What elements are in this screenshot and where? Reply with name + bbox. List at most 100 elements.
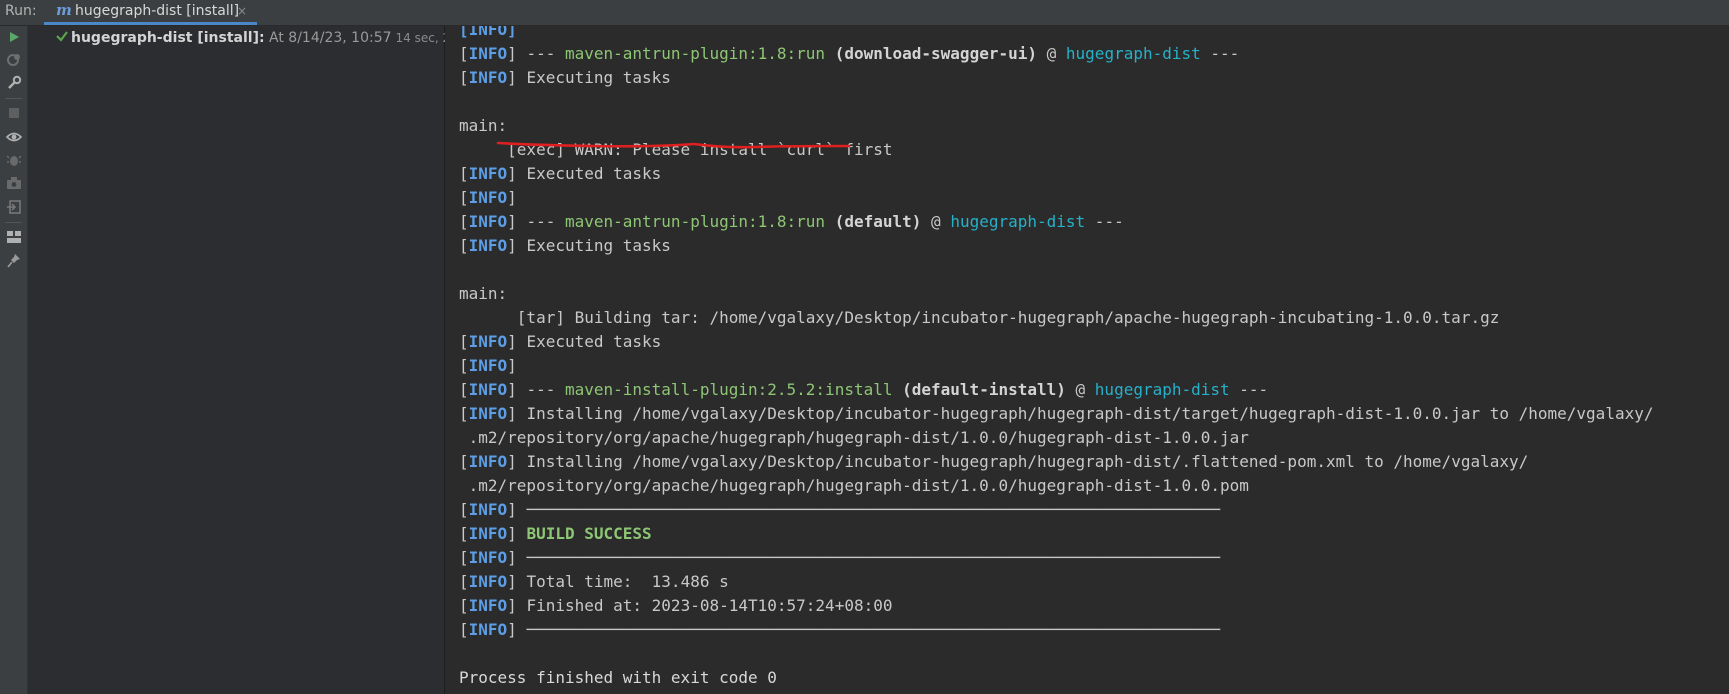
console-text: hugegraph-dist (1065, 44, 1201, 63)
close-icon[interactable]: × (237, 4, 247, 18)
console-partial-line: [INFO] (459, 26, 517, 39)
console-text: Process finished with exit code 0 (459, 668, 777, 687)
run-tree-item-time: At 8/14/23, 10:57 (264, 30, 392, 46)
console-text: hugegraph-dist (950, 212, 1086, 231)
console-line: [INFO] Executing tasks (459, 234, 1653, 258)
pin-icon[interactable] (5, 252, 23, 270)
console-line: [INFO] --- maven-install-plugin:2.5.2:in… (459, 378, 1653, 402)
console-text: [ (459, 68, 469, 87)
console-line: [INFO] Installing /home/vgalaxy/Desktop/… (459, 402, 1653, 426)
console-text: ] Executed tasks (507, 164, 662, 183)
console-text: ] (507, 188, 517, 207)
console-text: (download-swagger-ui) (834, 44, 1037, 63)
console-text: .m2/repository/org/apache/hugegraph/huge… (459, 428, 1249, 447)
play-icon[interactable] (5, 28, 23, 46)
checkmark-icon (55, 28, 69, 42)
console-line: .m2/repository/org/apache/hugegraph/huge… (459, 426, 1653, 450)
console-text: ] Total time: 13.486 s (507, 572, 729, 591)
console-text: INFO (468, 548, 508, 567)
console-text: --- (1200, 44, 1240, 63)
console-text: [ (459, 332, 469, 351)
console-line: [INFO] ─────────────────────────────────… (459, 618, 1653, 642)
console-text: ] ──────────────────────────────────────… (507, 548, 1220, 567)
console-text: INFO (468, 452, 508, 471)
rerun-failed-icon[interactable] (5, 51, 23, 69)
console-text: ] --- (507, 380, 565, 399)
console-text: ] ──────────────────────────────────────… (507, 620, 1220, 639)
console-text: INFO (468, 380, 508, 399)
console-line: [INFO] Finished at: 2023-08-14T10:57:24+… (459, 594, 1653, 618)
run-label: Run: (5, 3, 37, 19)
console-line: [INFO] --- maven-antrun-plugin:1.8:run (… (459, 210, 1653, 234)
exit-icon[interactable] (5, 198, 23, 216)
console-text: INFO (468, 524, 508, 543)
console-text: maven-install-plugin:2.5.2:install (564, 380, 893, 399)
camera-icon[interactable] (5, 174, 23, 192)
console-line: Process finished with exit code 0 (459, 666, 1653, 690)
console-line: main: (459, 282, 1653, 306)
console-text: [tar] Building tar: /home/vgalaxy/Deskto… (459, 308, 1500, 327)
console-text: [ (459, 44, 469, 63)
tab-hugegraph-dist-install[interactable]: m hugegraph-dist [install] × (44, 0, 257, 25)
run-tree-item-name: hugegraph-dist [install]: (71, 30, 265, 46)
console-text: ] (507, 524, 527, 543)
console-text: (default-install) (902, 380, 1066, 399)
console-text: main: (459, 116, 508, 135)
console-text: @ (921, 212, 951, 231)
console-text: ] ──────────────────────────────────────… (507, 500, 1220, 519)
stop-icon[interactable] (5, 104, 23, 122)
console-text: maven-antrun-plugin:1.8:run (564, 44, 826, 63)
console-line: main: (459, 114, 1653, 138)
console-text: --- (1229, 380, 1269, 399)
console-text: [ (459, 524, 469, 543)
console-text: INFO (468, 188, 508, 207)
run-tree-item[interactable]: hugegraph-dist [install]: At 8/14/23, 10… (71, 30, 461, 46)
console-text: INFO (468, 68, 508, 87)
run-tree-panel: hugegraph-dist [install]: At 8/14/23, 10… (28, 26, 461, 694)
console-lines: [INFO] [INFO] --- maven-antrun-plugin:1.… (459, 26, 1653, 690)
console-text: INFO (468, 44, 508, 63)
console-text: [ (459, 404, 469, 423)
console-text: maven-antrun-plugin:1.8:run (564, 212, 826, 231)
console-line: [INFO] Installing /home/vgalaxy/Desktop/… (459, 450, 1653, 474)
console-text: [ (459, 164, 469, 183)
console-line: [INFO] ─────────────────────────────────… (459, 498, 1653, 522)
layout-icon[interactable] (5, 228, 23, 246)
console-text: ] --- (507, 44, 565, 63)
console-output[interactable]: [INFO] [INFO] --- maven-antrun-plugin:1.… (445, 26, 1729, 694)
console-text: main: (459, 284, 508, 303)
console-text: INFO (468, 356, 508, 375)
console-line: [INFO] BUILD SUCCESS (459, 522, 1653, 546)
console-text: BUILD SUCCESS (526, 524, 652, 543)
console-text: INFO (468, 500, 508, 519)
console-text: [ (459, 236, 469, 255)
console-text: hugegraph-dist (1094, 380, 1230, 399)
console-text: INFO (468, 572, 508, 591)
console-text: ] Executed tasks (507, 332, 662, 351)
console-line: [INFO] --- maven-antrun-plugin:1.8:run (… (459, 42, 1653, 66)
console-line: [INFO] (459, 354, 1653, 378)
console-text: [ (459, 452, 469, 471)
console-text: (default) (834, 212, 922, 231)
run-toolbar (0, 26, 28, 694)
wrench-icon[interactable] (5, 74, 23, 92)
debug-icon[interactable] (5, 151, 23, 169)
console-text: @ (1065, 380, 1095, 399)
eye-icon[interactable] (5, 128, 23, 146)
console-text: [ (459, 620, 469, 639)
console-text: INFO (468, 332, 508, 351)
console-text: @ (1037, 44, 1066, 63)
console-line: [INFO] Executing tasks (459, 66, 1653, 90)
red-underline-annotation (496, 141, 851, 149)
console-text: ] Installing /home/vgalaxy/Desktop/incub… (507, 452, 1529, 471)
console-text: [ (459, 212, 469, 231)
console-text: .m2/repository/org/apache/hugegraph/huge… (459, 476, 1249, 495)
console-text: INFO (468, 596, 508, 615)
tab-title: hugegraph-dist [install] (75, 3, 240, 19)
console-text: --- (1085, 212, 1124, 231)
